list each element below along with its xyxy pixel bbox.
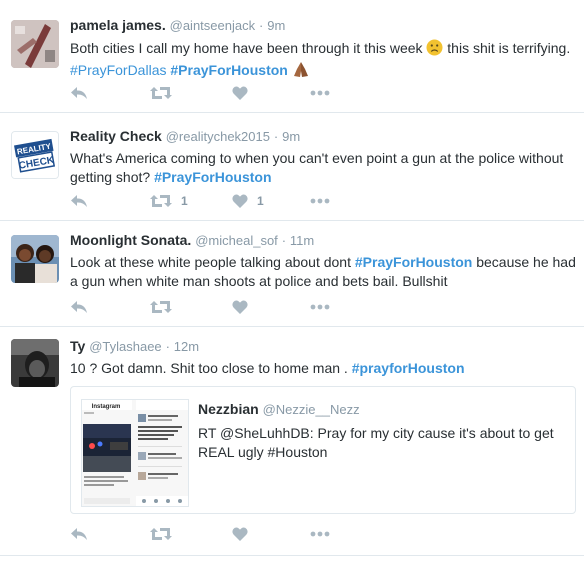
quoted-tweet-header: Nezzbian @Nezzie__Nezz: [198, 399, 565, 420]
tweet-3[interactable]: Moonlight Sonata. @micheal_sof · 11m Loo…: [0, 221, 584, 327]
like-count: 1: [257, 194, 264, 208]
author-handle[interactable]: @aintseenjack: [170, 18, 255, 33]
more-button[interactable]: [310, 524, 330, 544]
like-button[interactable]: [232, 83, 248, 103]
separator-dot: ·: [281, 233, 287, 248]
tweet-header: Reality Check @realitychek2015 · 9m: [70, 127, 578, 146]
more-icon: [310, 198, 330, 204]
tweet-text: What's America coming to when you can't …: [70, 149, 578, 187]
heart-icon: [232, 86, 248, 100]
author-handle[interactable]: @micheal_sof: [195, 233, 278, 248]
tweet-header: pamela james. @aintseenjack · 9m: [70, 16, 578, 35]
heart-icon: [232, 194, 248, 208]
author-name[interactable]: pamela james.: [70, 17, 166, 33]
tweet-header: Moonlight Sonata. @micheal_sof · 11m: [70, 231, 578, 250]
tweet-text: 10 ? Got damn. Shit too close to home ma…: [70, 359, 578, 378]
like-button[interactable]: [232, 524, 248, 544]
more-button[interactable]: [310, 83, 330, 103]
timestamp[interactable]: 9m: [282, 129, 300, 144]
quoted-author-name[interactable]: Nezzbian: [198, 401, 259, 417]
tweet-text-part: Both cities I call my home have been thr…: [70, 40, 427, 56]
author-handle[interactable]: @realitychek2015: [166, 129, 270, 144]
tweet-actions: [70, 297, 370, 317]
tweet-text: Look at these white people talking about…: [70, 253, 578, 291]
hashtag-link[interactable]: #PrayForHouston: [154, 169, 271, 185]
quoted-tweet[interactable]: Instagram Nezzbian @Nezzie__Nezz RT @She…: [70, 386, 576, 514]
quoted-author-handle[interactable]: @Nezzie__Nezz: [263, 402, 360, 417]
thumbnail-app-title: Instagram: [92, 404, 121, 410]
retweet-button[interactable]: [150, 297, 172, 317]
hashtag-link[interactable]: #PrayForHouston: [355, 254, 472, 270]
more-button[interactable]: [310, 297, 330, 317]
author-handle[interactable]: @Tylashaee: [89, 339, 161, 354]
tweet-4[interactable]: Ty @Tylashaee · 12m 10 ? Got damn. Shit …: [0, 327, 584, 556]
reply-button[interactable]: [70, 83, 88, 103]
hashtag-link[interactable]: #PrayForDallas: [70, 62, 166, 78]
timestamp[interactable]: 12m: [174, 339, 199, 354]
separator-dot: ·: [258, 18, 264, 33]
retweet-icon: [150, 300, 172, 314]
tweet-header: Ty @Tylashaee · 12m: [70, 337, 578, 356]
tweet-text-part: What's America coming to when you can't …: [70, 150, 564, 185]
avatar[interactable]: [11, 339, 59, 387]
reply-icon: [70, 527, 88, 541]
hashtag-link[interactable]: #prayforHouston: [352, 360, 465, 376]
avatar[interactable]: [11, 20, 59, 68]
separator-dot: ·: [273, 129, 279, 144]
like-button[interactable]: 1: [232, 191, 264, 211]
like-button[interactable]: [232, 297, 248, 317]
retweet-button[interactable]: [150, 83, 172, 103]
quoted-tweet-text: RT @SheLuhhDB: Pray for my city cause it…: [198, 425, 554, 460]
tweet-actions: 1 1: [70, 191, 370, 211]
timestamp[interactable]: 11m: [290, 233, 314, 248]
tweet-text-part: 10 ? Got damn. Shit too close to home ma…: [70, 360, 352, 376]
more-icon: [310, 531, 330, 537]
retweet-count: 1: [181, 194, 188, 208]
tweet-text-part: this shit is terrifying.: [443, 40, 571, 56]
tweet-actions: [70, 524, 370, 544]
reply-button[interactable]: [70, 297, 88, 317]
reply-icon: [70, 86, 88, 100]
reply-icon: [70, 194, 88, 208]
reply-icon: [70, 300, 88, 314]
retweet-icon: [150, 194, 172, 208]
author-name[interactable]: Ty: [70, 338, 85, 354]
timestamp[interactable]: 9m: [267, 18, 285, 33]
tweet-text: Both cities I call my home have been thr…: [70, 39, 578, 83]
praying-hands-icon: [292, 61, 310, 83]
tweet-actions: [70, 83, 370, 103]
more-button[interactable]: [310, 191, 330, 211]
frown-face-icon: [426, 39, 443, 61]
separator-dot: ·: [165, 339, 170, 354]
author-name[interactable]: Moonlight Sonata.: [70, 232, 191, 248]
reply-button[interactable]: [70, 191, 88, 211]
heart-icon: [232, 527, 248, 541]
avatar[interactable]: REALITY CHECK: [11, 131, 59, 179]
avatar[interactable]: [11, 235, 59, 283]
quoted-media-thumbnail[interactable]: Instagram: [81, 399, 189, 507]
retweet-button[interactable]: 1: [150, 191, 188, 211]
author-name[interactable]: Reality Check: [70, 128, 162, 144]
retweet-button[interactable]: [150, 524, 172, 544]
retweet-icon: [150, 86, 172, 100]
tweet-2[interactable]: REALITY CHECK Reality Check @realitychek…: [0, 113, 584, 221]
reply-button[interactable]: [70, 524, 88, 544]
tweet-text-part: Look at these white people talking about…: [70, 254, 355, 270]
heart-icon: [232, 300, 248, 314]
retweet-icon: [150, 527, 172, 541]
more-icon: [310, 304, 330, 310]
tweet-1[interactable]: pamela james. @aintseenjack · 9m Both ci…: [0, 0, 584, 113]
more-icon: [310, 90, 330, 96]
hashtag-link[interactable]: #PrayForHouston: [170, 62, 287, 78]
